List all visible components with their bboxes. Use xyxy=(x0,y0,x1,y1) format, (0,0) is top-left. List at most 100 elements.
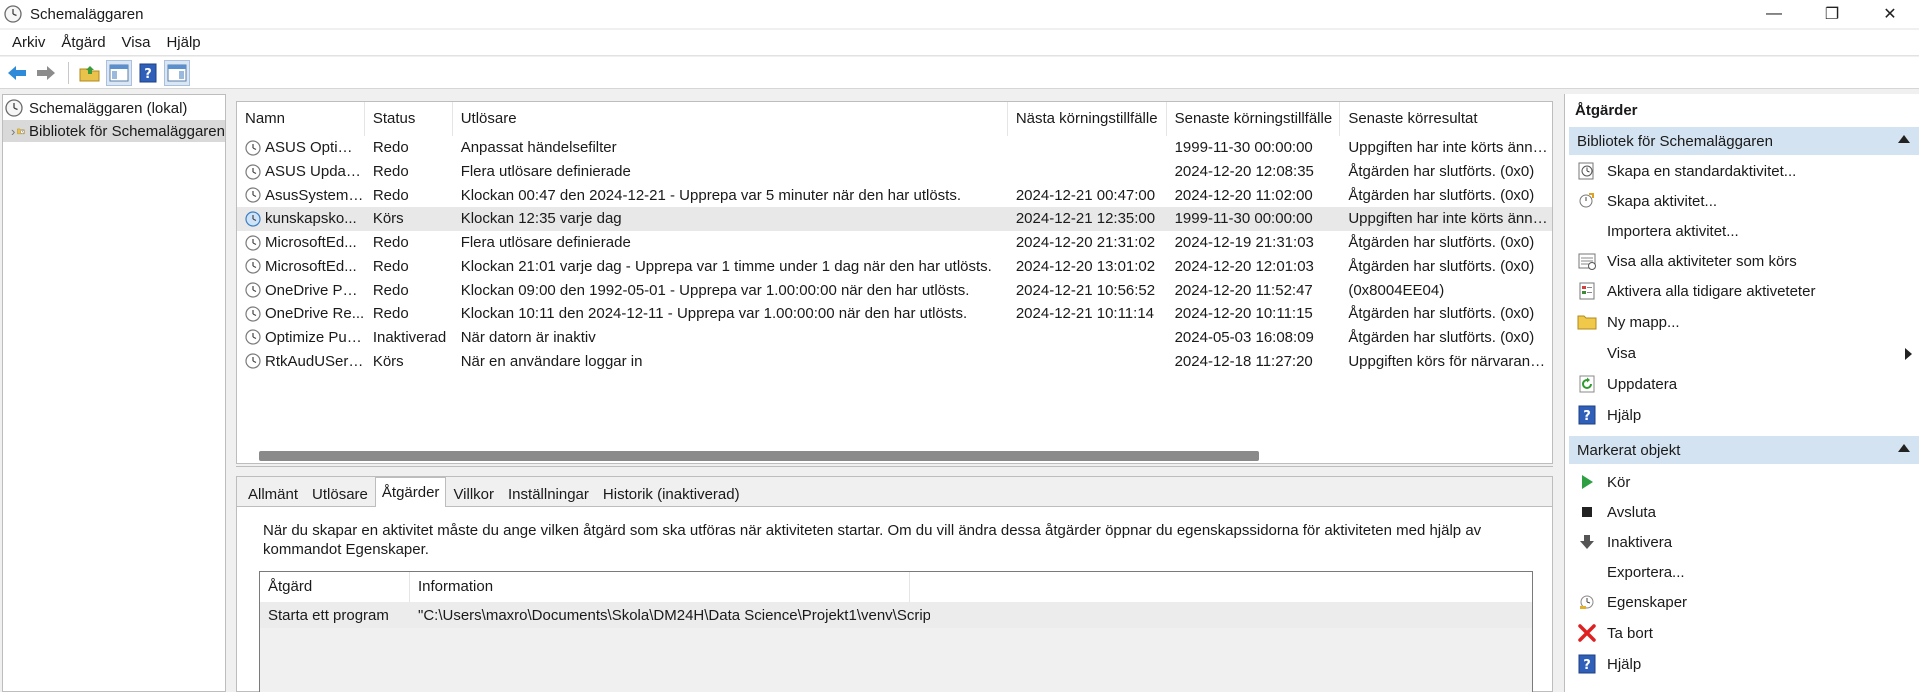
task-clock-icon xyxy=(245,163,261,180)
table-row[interactable]: MicrosoftEd... Redo Klockan 21:01 varje da… xyxy=(237,255,1552,279)
tab-settings[interactable]: Inställningar xyxy=(501,481,596,507)
section-selected-item[interactable]: Markerat objekt xyxy=(1569,436,1919,464)
table-row[interactable]: AsusSystemA... Redo Klockan 00:47 den 2024… xyxy=(237,183,1552,207)
detail-tabs: Allmänt Utlösare Åtgärder Villkor Instäl… xyxy=(237,477,1552,507)
action-create-task[interactable]: Skapa aktivitet... xyxy=(1569,187,1919,215)
section-library[interactable]: Bibliotek för Schemaläggaren xyxy=(1569,127,1919,155)
new-folder-icon xyxy=(1577,312,1597,332)
help-button[interactable]: ? xyxy=(135,60,161,86)
task-last-run-cell: 2024-12-20 11:02:00 xyxy=(1174,186,1313,204)
column-header-trigger[interactable]: Utlösare xyxy=(453,102,1008,136)
action-label: Hjälp xyxy=(1607,655,1642,673)
task-trigger-cell: Klockan 10:11 den 2024-12-11 - Upprepa v… xyxy=(460,305,968,323)
column-header-last-run[interactable]: Senaste körningstillfälle xyxy=(1167,102,1341,136)
action-label: Exportera... xyxy=(1607,563,1685,581)
menu-atgard[interactable]: Åtgärd xyxy=(53,30,113,56)
collapse-caret-icon[interactable] xyxy=(1898,444,1910,452)
task-trigger-cell: Klockan 00:47 den 2024-12-21 - Upprepa v… xyxy=(460,186,961,204)
task-trigger-cell: När en användare loggar in xyxy=(460,352,643,370)
action-properties[interactable]: Egenskaper xyxy=(1569,588,1919,616)
task-name-label: AsusSystemA... xyxy=(265,186,365,204)
action-disable[interactable]: Inaktivera xyxy=(1569,528,1919,556)
menu-visa[interactable]: Visa xyxy=(114,30,159,56)
action-end[interactable]: Avsluta xyxy=(1569,498,1919,526)
create-basic-task-icon xyxy=(1577,161,1597,181)
task-clock-icon xyxy=(245,282,261,298)
action-label: Importera aktivitet... xyxy=(1607,222,1739,240)
action-view[interactable]: Visa xyxy=(1569,339,1919,367)
action-enable-history[interactable]: Aktivera alla tidigare aktiveteter xyxy=(1569,277,1919,305)
scrollbar-thumb[interactable] xyxy=(259,451,1259,461)
tab-history[interactable]: Historik (inaktiverad) xyxy=(596,481,747,507)
table-row[interactable]: Optimize Pus... Inaktiverad När datorn är … xyxy=(237,326,1552,350)
show-hide-action-pane-button[interactable] xyxy=(164,59,190,86)
action-help-selected[interactable]: ? Hjälp xyxy=(1569,650,1919,678)
task-last-result-cell: Åtgärden har slutförts. (0x0) xyxy=(1348,234,1535,252)
column-header-information[interactable]: Information xyxy=(410,572,910,602)
tab-actions[interactable]: Åtgärder xyxy=(374,477,447,507)
task-last-run-cell: 1999-11-30 00:00:00 xyxy=(1174,139,1313,157)
menu-hjalp[interactable]: Hjälp xyxy=(158,30,208,56)
back-button[interactable] xyxy=(4,60,30,86)
task-name-label: RtkAudUServ... xyxy=(265,352,365,370)
action-refresh[interactable]: Uppdatera xyxy=(1569,370,1919,398)
table-row[interactable]: kunskapsko... Körs Klockan 12:35 varje dag… xyxy=(237,207,1552,231)
column-header-action[interactable]: Åtgärd xyxy=(260,572,410,602)
table-row[interactable]: ASUS Update... Redo Flera utlösare definie… xyxy=(237,160,1552,184)
task-last-result-cell: Åtgärden har slutförts. (0x0) xyxy=(1348,186,1535,204)
horizontal-scrollbar[interactable] xyxy=(259,450,1469,461)
task-last-run-cell: 2024-12-18 11:27:20 xyxy=(1174,352,1313,370)
task-last-result-cell: Åtgärden har slutförts. (0x0) xyxy=(1348,305,1535,323)
forward-button[interactable] xyxy=(33,60,59,86)
action-new-folder[interactable]: Ny mapp... xyxy=(1569,308,1919,336)
task-next-run-cell: 2024-12-20 21:31:02 xyxy=(1015,234,1156,252)
tree-item-library[interactable]: › Bibliotek för Schemaläggaren xyxy=(3,120,225,142)
table-row[interactable]: MicrosoftEd... Redo Flera utlösare definie… xyxy=(237,231,1552,255)
up-one-level-button[interactable] xyxy=(77,60,103,86)
table-row[interactable]: RtkAudUServ... Körs När en användare logga… xyxy=(237,349,1552,373)
task-name-label: MicrosoftEd... xyxy=(265,257,357,275)
tab-conditions[interactable]: Villkor xyxy=(446,481,501,507)
task-last-run-cell: 2024-12-20 12:01:03 xyxy=(1174,257,1314,275)
task-clock-icon xyxy=(245,329,261,346)
minimize-button[interactable]: — xyxy=(1745,0,1803,28)
action-run[interactable]: Kör xyxy=(1569,468,1919,496)
action-create-basic-task[interactable]: Skapa en standardaktivitet... xyxy=(1569,157,1919,185)
task-last-run-cell: 1999-11-30 00:00:00 xyxy=(1174,210,1313,228)
tree-item-root[interactable]: Schemaläggaren (lokal) xyxy=(5,97,187,119)
tab-triggers[interactable]: Utlösare xyxy=(305,481,375,507)
task-next-run-cell: 2024-12-21 00:47:00 xyxy=(1015,186,1156,204)
tab-general[interactable]: Allmänt xyxy=(241,481,305,507)
table-row[interactable]: Starta ett program "C:\Users\maxro\Docum… xyxy=(260,602,1532,628)
run-icon xyxy=(1577,472,1597,492)
pane-splitter[interactable] xyxy=(236,466,1553,476)
action-help-library[interactable]: ? Hjälp xyxy=(1569,401,1919,429)
task-last-result-cell: Uppgiften körs för närvarande. (0 xyxy=(1348,352,1552,370)
action-display-running-tasks[interactable]: Visa alla aktiviteter som körs xyxy=(1569,247,1919,275)
action-label: Kör xyxy=(1607,473,1631,491)
task-name-label: kunskapsko... xyxy=(265,210,357,228)
column-header-next-run[interactable]: Nästa körningstillfälle xyxy=(1008,102,1167,136)
table-row[interactable]: ASUS Optimi... Redo Anpassat händelsefilte… xyxy=(237,136,1552,160)
maximize-button[interactable]: ❐ xyxy=(1803,0,1861,28)
refresh-icon xyxy=(1577,374,1597,394)
table-row[interactable]: OneDrive Re... Redo Klockan 10:11 den 2024… xyxy=(237,302,1552,326)
show-hide-action-pane-icon xyxy=(167,64,187,81)
disable-icon xyxy=(1577,532,1597,552)
column-header-status[interactable]: Status xyxy=(365,102,453,136)
back-arrow-icon xyxy=(8,65,26,80)
task-name-label: Optimize Pus... xyxy=(265,328,365,346)
close-button[interactable]: ✕ xyxy=(1861,0,1919,28)
action-import-task[interactable]: Importera aktivitet... xyxy=(1569,217,1919,245)
action-export[interactable]: Exportera... xyxy=(1569,558,1919,586)
action-delete[interactable]: Ta bort xyxy=(1569,619,1919,647)
actions-description: När du skapar en aktivitet måste du ange… xyxy=(263,522,1482,558)
collapse-caret-icon[interactable] xyxy=(1898,135,1910,143)
menu-arkiv[interactable]: Arkiv xyxy=(4,30,53,56)
show-hide-console-tree-button[interactable] xyxy=(106,59,132,86)
column-header-last-result[interactable]: Senaste körresultat xyxy=(1340,102,1552,136)
table-row[interactable]: OneDrive Per... Redo Klockan 09:00 den 199… xyxy=(237,278,1552,302)
submenu-arrow-icon xyxy=(1905,348,1912,360)
column-header-name[interactable]: Namn xyxy=(237,102,365,136)
actions-table-header: Åtgärd Information xyxy=(260,572,1532,602)
